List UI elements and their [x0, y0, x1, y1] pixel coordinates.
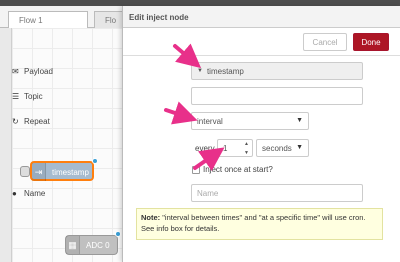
envelope-icon: ✉ — [12, 67, 19, 76]
adc-node-label: ADC 0 — [86, 241, 110, 250]
payload-label: ✉ Payload — [12, 67, 53, 76]
payload-field[interactable]: ▼ timestamp — [191, 62, 363, 80]
panel-toolbar: Cancel Done — [123, 28, 400, 56]
chevron-down-icon: ▼ — [296, 117, 303, 124]
changed-indicator — [92, 158, 98, 164]
repeat-select[interactable]: interval ▼ — [191, 112, 309, 130]
chevron-down-icon: ▼ — [296, 144, 303, 151]
note-box: Note: "interval between times" and "at a… — [136, 208, 383, 240]
payload-value: timestamp — [206, 66, 244, 76]
inject-node[interactable]: ⇥ timestamp — [20, 158, 98, 181]
palette-strip — [0, 28, 12, 262]
every-label: every — [195, 144, 215, 153]
topic-label: ☰ Topic — [12, 92, 43, 101]
payload-label-text: Payload — [24, 67, 53, 76]
flow-canvas[interactable]: ⇥ timestamp ▦ ADC 0 — [12, 28, 122, 262]
panel-header: Edit inject node — [123, 6, 400, 28]
done-button[interactable]: Done — [353, 33, 389, 51]
adc-node[interactable]: ▦ ADC 0 — [65, 231, 121, 255]
repeat-label: ↻ Repeat — [12, 117, 50, 126]
changed-indicator — [115, 231, 121, 237]
name-placeholder: Name — [197, 188, 219, 198]
note-text: "interval between times" and "at a speci… — [141, 213, 366, 233]
workspace-tabbar: Flow 1 Flo — [0, 6, 134, 28]
tab-flow-1[interactable]: Flow 1 — [8, 11, 88, 28]
inject-once-checkbox[interactable] — [192, 166, 200, 174]
panel-title: Edit inject node — [129, 13, 189, 22]
chip-icon: ▦ — [66, 236, 80, 254]
interval-spinner[interactable]: 1 ▲ ▼ — [217, 139, 253, 157]
caret-down-icon[interactable]: ▼ — [197, 68, 203, 74]
name-label: ● Name — [12, 189, 45, 198]
unit-value: seconds — [262, 143, 292, 153]
repeat-label-text: Repeat — [24, 117, 50, 126]
unit-select[interactable]: seconds ▼ — [256, 139, 309, 157]
spinner-arrows[interactable]: ▲ ▼ — [244, 141, 251, 156]
topic-input[interactable] — [191, 87, 363, 105]
name-input[interactable]: Name — [191, 184, 363, 202]
inject-trigger-button[interactable] — [20, 166, 30, 177]
spin-down-icon[interactable]: ▼ — [244, 150, 251, 156]
tag-icon: ● — [12, 189, 17, 198]
repeat-icon: ↻ — [12, 117, 19, 126]
note-bold: Note: — [141, 213, 161, 222]
arrow-in-icon: ⇥ — [32, 163, 46, 181]
tasks-icon: ☰ — [12, 92, 20, 101]
inject-once-label: Inject once at start? — [203, 165, 273, 174]
repeat-value: interval — [197, 116, 223, 126]
interval-value: 1 — [223, 143, 228, 153]
cancel-button[interactable]: Cancel — [303, 33, 347, 51]
name-label-text: Name — [24, 189, 46, 198]
inject-node-label: timestamp — [52, 168, 89, 177]
spin-up-icon[interactable]: ▲ — [244, 141, 251, 147]
topic-label-text: Topic — [24, 92, 43, 101]
